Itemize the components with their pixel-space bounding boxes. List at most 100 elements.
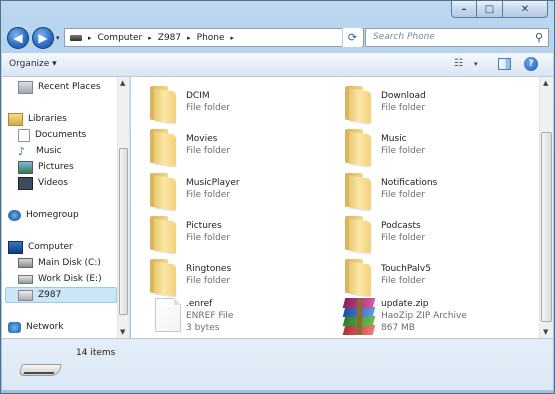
forward-button[interactable]: ▶ xyxy=(32,27,54,49)
generic-file-icon xyxy=(155,298,181,332)
sidebar-item-label: Work Disk (E:) xyxy=(38,274,102,284)
file-item-podcasts[interactable]: Podcasts File folder xyxy=(331,214,531,254)
sidebar-item-z987[interactable]: Z987 xyxy=(5,287,117,303)
search-input[interactable]: Search Phone ⚲ xyxy=(365,28,549,47)
folder-icon xyxy=(146,173,180,211)
minimize-button[interactable]: – xyxy=(451,1,477,18)
sidebar-item-label: Pictures xyxy=(38,162,74,172)
view-options-dropdown[interactable]: ▾ xyxy=(474,60,478,68)
sidebar-item-label: Homegroup xyxy=(26,210,79,220)
zip-archive-icon xyxy=(342,298,376,336)
documents-icon xyxy=(18,128,30,142)
scroll-up-icon[interactable]: ▲ xyxy=(543,79,548,87)
file-type: File folder xyxy=(381,276,426,286)
file-size: 3 bytes xyxy=(186,323,220,333)
sidebar-item-libraries[interactable]: Libraries xyxy=(8,111,124,127)
breadcrumb-separator-icon[interactable]: ▸ xyxy=(231,34,235,42)
breadcrumb-z987[interactable]: Z987 xyxy=(158,33,181,43)
sidebar-item-label: Computer xyxy=(28,242,73,252)
preview-pane-icon[interactable] xyxy=(498,58,511,70)
explorer-window: – □ ✕ ◀ ▶ ▾ ▸ Computer ▸ Z987 ▸ Phone ▸ … xyxy=(0,0,555,394)
caption-buttons: – □ ✕ xyxy=(451,1,548,18)
sidebar-item-pictures[interactable]: Pictures xyxy=(18,159,129,175)
folder-icon xyxy=(341,129,375,167)
sidebar-item-computer[interactable]: Computer xyxy=(8,239,124,255)
file-item-download[interactable]: Download File folder xyxy=(331,84,531,124)
close-button[interactable]: ✕ xyxy=(503,1,548,18)
help-icon[interactable]: ? xyxy=(524,57,538,71)
sidebar-item-videos[interactable]: Videos xyxy=(18,175,129,191)
file-type: File folder xyxy=(381,146,426,156)
file-item-ringtones[interactable]: Ringtones File folder xyxy=(136,257,336,297)
file-item-update-zip[interactable]: update.zip HaoZip ZIP Archive 867 MB xyxy=(331,298,531,338)
change-view-icon[interactable]: ☷ xyxy=(454,58,463,69)
breadcrumb-separator-icon[interactable]: ▸ xyxy=(88,34,92,42)
back-button[interactable]: ◀ xyxy=(7,27,29,49)
network-icon xyxy=(8,321,21,333)
search-icon[interactable]: ⚲ xyxy=(535,31,543,44)
file-name: Ringtones xyxy=(186,264,232,274)
sidebar-item-music[interactable]: ♪ Music xyxy=(18,143,129,159)
file-type: File folder xyxy=(186,103,231,113)
file-name: TouchPalv5 xyxy=(381,264,431,274)
recent-pages-dropdown[interactable]: ▾ xyxy=(56,34,60,42)
folder-icon xyxy=(341,86,375,124)
sidebar-item-label: Main Disk (C:) xyxy=(38,258,101,268)
file-list-scrollbar[interactable]: ▲ ▼ xyxy=(539,77,553,338)
sidebar-item-main-disk[interactable]: Main Disk (C:) xyxy=(18,255,129,271)
address-bar[interactable]: ▸ Computer ▸ Z987 ▸ Phone ▸ ▾ xyxy=(64,28,364,47)
command-bar: Organize ▾ ☷ ▾ ? xyxy=(2,53,553,77)
breadcrumb-separator-icon[interactable]: ▸ xyxy=(187,34,191,42)
file-name: Podcasts xyxy=(381,221,421,231)
breadcrumb: ▸ Computer ▸ Z987 ▸ Phone ▸ xyxy=(82,33,240,43)
breadcrumb-computer[interactable]: Computer xyxy=(98,33,143,43)
file-type: File folder xyxy=(381,103,426,113)
scroll-thumb[interactable] xyxy=(541,132,552,322)
breadcrumb-phone[interactable]: Phone xyxy=(197,33,225,43)
breadcrumb-separator-icon[interactable]: ▸ xyxy=(148,34,152,42)
file-item-musicplayer[interactable]: MusicPlayer File folder xyxy=(136,171,336,211)
address-row: ◀ ▶ ▾ ▸ Computer ▸ Z987 ▸ Phone ▸ ▾ ⟳ Se… xyxy=(1,23,554,53)
sidebar-item-label: Libraries xyxy=(28,114,67,124)
file-name: Notifications xyxy=(381,178,438,188)
title-bar: – □ ✕ xyxy=(1,1,554,23)
file-name: Movies xyxy=(186,134,218,144)
sidebar-item-recent-places[interactable]: Recent Places xyxy=(18,79,129,95)
file-name: Download xyxy=(381,91,426,101)
file-name: Pictures xyxy=(186,221,222,231)
file-type: File folder xyxy=(186,276,231,286)
scroll-up-icon[interactable]: ▲ xyxy=(120,79,125,87)
homegroup-icon xyxy=(8,209,21,221)
file-item-dcim[interactable]: DCIM File folder xyxy=(136,84,336,124)
organize-button[interactable]: Organize ▾ xyxy=(9,59,57,69)
sidebar-item-work-disk[interactable]: Work Disk (E:) xyxy=(18,271,129,287)
navigation-scrollbar[interactable]: ▲ ▼ xyxy=(117,77,129,338)
file-item-movies[interactable]: Movies File folder xyxy=(136,127,336,167)
file-name: .enref xyxy=(186,299,213,309)
pictures-icon xyxy=(18,160,33,174)
refresh-icon: ⟳ xyxy=(347,31,358,44)
sidebar-item-label: Recent Places xyxy=(38,82,101,92)
refresh-button[interactable]: ⟳ xyxy=(342,28,362,47)
file-item-touchpalv5[interactable]: TouchPalv5 File folder xyxy=(331,257,531,297)
file-item-enref[interactable]: .enref ENREF File 3 bytes xyxy=(136,298,336,338)
folder-icon xyxy=(146,259,180,297)
file-name: MusicPlayer xyxy=(186,178,240,188)
file-item-pictures[interactable]: Pictures File folder xyxy=(136,214,336,254)
scroll-down-icon[interactable]: ▼ xyxy=(543,328,548,336)
sidebar-item-network[interactable]: Network xyxy=(8,319,124,335)
sidebar-item-homegroup[interactable]: Homegroup xyxy=(8,207,124,223)
maximize-button[interactable]: □ xyxy=(477,1,503,18)
folder-icon xyxy=(146,129,180,167)
libraries-icon xyxy=(8,112,23,126)
file-item-notifications[interactable]: Notifications File folder xyxy=(331,171,531,211)
file-item-music[interactable]: Music File folder xyxy=(331,127,531,167)
folder-icon xyxy=(341,216,375,254)
scroll-down-icon[interactable]: ▼ xyxy=(120,328,125,336)
file-type: File folder xyxy=(186,233,231,243)
forward-arrow-icon: ▶ xyxy=(38,31,48,45)
sidebar-item-label: Z987 xyxy=(38,290,62,300)
scroll-thumb[interactable] xyxy=(119,148,128,315)
folder-icon xyxy=(146,216,180,254)
sidebar-item-documents[interactable]: Documents xyxy=(18,127,129,143)
